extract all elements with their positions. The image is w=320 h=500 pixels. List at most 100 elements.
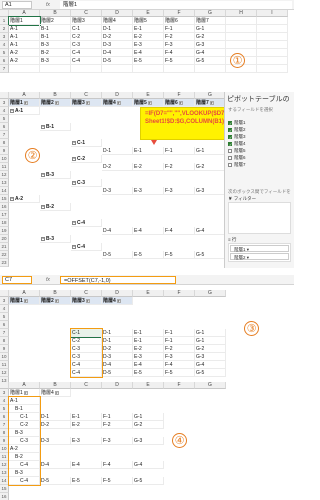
- table-cell[interactable]: F-5: [102, 477, 133, 485]
- table-cell[interactable]: F-2: [164, 345, 195, 353]
- column-header[interactable]: F: [164, 382, 195, 389]
- table-cell[interactable]: F-5: [164, 57, 195, 65]
- table-cell[interactable]: [71, 65, 102, 73]
- collapse-icon[interactable]: −: [72, 140, 76, 145]
- table-cell[interactable]: [40, 65, 71, 73]
- select-all-corner[interactable]: [0, 10, 9, 17]
- pivot-header-cell[interactable]: 階層4 ▾: [102, 99, 133, 107]
- table-cell[interactable]: E-5: [133, 251, 164, 259]
- checkbox-icon[interactable]: ✓: [228, 120, 232, 125]
- row-header[interactable]: 1: [0, 17, 9, 25]
- table-cell[interactable]: F-4: [164, 49, 195, 57]
- tree-item[interactable]: − B-3: [40, 235, 71, 243]
- pivot-header-cell[interactable]: 階層6 ▾: [164, 99, 195, 107]
- table-cell[interactable]: G-2: [195, 33, 226, 41]
- pivot-header-cell[interactable]: 階層2 ▾: [40, 297, 71, 305]
- table-cell[interactable]: F-1: [164, 337, 195, 345]
- table-cell[interactable]: F-4: [164, 361, 195, 369]
- filter-dropdown-icon[interactable]: ▾: [23, 298, 28, 303]
- table-cell[interactable]: D-5: [40, 477, 71, 485]
- table-cell[interactable]: F-4: [102, 461, 133, 469]
- column-header[interactable]: G: [195, 382, 226, 389]
- table-cell[interactable]: [226, 41, 257, 49]
- table-cell[interactable]: G-1: [195, 329, 226, 337]
- filter-dropdown-icon[interactable]: ▾: [54, 390, 59, 395]
- collapse-icon[interactable]: −: [72, 156, 76, 161]
- table-cell[interactable]: E-5: [133, 57, 164, 65]
- checkbox-icon[interactable]: [228, 162, 232, 167]
- column-header[interactable]: G: [195, 92, 226, 99]
- fx-icon[interactable]: fx: [46, 277, 60, 283]
- table-cell[interactable]: B-3: [40, 41, 71, 49]
- column-header[interactable]: F: [164, 10, 195, 17]
- row-header[interactable]: 5: [0, 115, 9, 123]
- row-header[interactable]: 22: [0, 251, 9, 259]
- table-cell[interactable]: D-4: [40, 461, 71, 469]
- table-cell[interactable]: E-4: [133, 227, 164, 235]
- row-header[interactable]: 3: [0, 99, 9, 107]
- column-header[interactable]: B: [40, 290, 71, 297]
- filter-dropdown-icon[interactable]: ▾: [23, 390, 28, 395]
- pivot-header-cell[interactable]: 階層3 ▾: [71, 99, 102, 107]
- table-cell[interactable]: [9, 65, 40, 73]
- row-header[interactable]: 7: [0, 329, 9, 337]
- row-header[interactable]: 12: [0, 171, 9, 179]
- column-header[interactable]: B: [40, 92, 71, 99]
- tree-item[interactable]: − A-1: [9, 107, 40, 115]
- table-cell[interactable]: E-1: [133, 147, 164, 155]
- table-cell[interactable]: G-4: [133, 461, 164, 469]
- row-header[interactable]: 19: [0, 227, 9, 235]
- table-cell[interactable]: E-1: [133, 337, 164, 345]
- field-item[interactable]: ✓ 階層3: [225, 133, 294, 140]
- table-cell[interactable]: D-4: [102, 49, 133, 57]
- row-field-1[interactable]: 階層1 ▾: [230, 245, 289, 252]
- table-cell[interactable]: G-1: [133, 413, 164, 421]
- table-cell[interactable]: F-3: [164, 187, 195, 195]
- table-cell[interactable]: D-1: [40, 413, 71, 421]
- table-cell[interactable]: E-5: [71, 477, 102, 485]
- row-header[interactable]: 21: [0, 243, 9, 251]
- column-header[interactable]: D: [102, 382, 133, 389]
- table-cell[interactable]: F-3: [102, 437, 133, 445]
- table-cell[interactable]: E-4: [71, 461, 102, 469]
- table-cell[interactable]: D-2: [102, 345, 133, 353]
- row-header[interactable]: 20: [0, 235, 9, 243]
- row-header[interactable]: 16: [0, 493, 9, 500]
- column-header[interactable]: A: [9, 290, 40, 297]
- tree-item[interactable]: D-4: [102, 227, 133, 235]
- table-cell[interactable]: D-4: [102, 361, 133, 369]
- table-cell[interactable]: [257, 49, 288, 57]
- pivot-header-cell[interactable]: 階層5 ▾: [133, 99, 164, 107]
- table-cell[interactable]: [257, 25, 288, 33]
- table-cell[interactable]: F-1: [164, 25, 195, 33]
- table-cell[interactable]: 階層6: [164, 17, 195, 25]
- table-cell[interactable]: E-2: [133, 163, 164, 171]
- row-header[interactable]: 12: [0, 369, 9, 377]
- table-cell[interactable]: [226, 33, 257, 41]
- table-cell[interactable]: G-5: [195, 369, 226, 377]
- table-cell[interactable]: E-4: [133, 49, 164, 57]
- table-cell[interactable]: D-1: [102, 337, 133, 345]
- column-header[interactable]: E: [133, 10, 164, 17]
- table-cell[interactable]: G-2: [195, 345, 226, 353]
- filter-dropdown-icon[interactable]: ▾: [116, 298, 121, 303]
- field-item[interactable]: ✓ 階層4: [225, 140, 294, 147]
- row-header[interactable]: 7: [0, 131, 9, 139]
- pivot-header-cell[interactable]: 階層2 ▾: [40, 99, 71, 107]
- table-cell[interactable]: 階層7: [195, 17, 226, 25]
- table-cell[interactable]: G-3: [133, 437, 164, 445]
- column-header[interactable]: C: [71, 10, 102, 17]
- checkbox-icon[interactable]: ✓: [228, 134, 232, 139]
- row-header[interactable]: 7: [0, 65, 9, 73]
- table-cell[interactable]: [133, 65, 164, 73]
- column-header[interactable]: I: [257, 10, 288, 17]
- column-header[interactable]: C: [71, 382, 102, 389]
- table-cell[interactable]: D-5: [102, 57, 133, 65]
- column-header[interactable]: G: [195, 10, 226, 17]
- table-cell[interactable]: D-2: [102, 33, 133, 41]
- row-header[interactable]: 18: [0, 219, 9, 227]
- table-cell[interactable]: [257, 33, 288, 41]
- filter-dropdown-icon[interactable]: ▾: [23, 100, 28, 105]
- collapse-icon[interactable]: −: [72, 244, 76, 249]
- table-cell[interactable]: E-4: [133, 361, 164, 369]
